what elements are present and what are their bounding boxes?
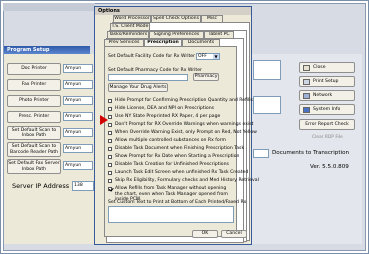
tab-tasks-reminders[interactable]: Tasks/Reminders	[107, 31, 149, 38]
checkbox-row[interactable]: Disable Task Document when Finishing Pre…	[108, 146, 244, 151]
doc-printer-button[interactable]: Doc Printer	[7, 63, 61, 75]
checkbox[interactable]	[108, 138, 112, 143]
system-info-button[interactable]: System Info	[299, 104, 355, 115]
options-dialog-title: Options	[95, 7, 251, 15]
ok-button[interactable]: OK	[192, 230, 218, 238]
checkbox-row[interactable]: Allow multiple controlled substances on …	[108, 138, 226, 143]
tab-misc[interactable]: Misc	[201, 15, 223, 22]
checkbox-label: Hide Prompt for Confirming Prescription …	[115, 98, 253, 103]
scan-barcode-path-field[interactable]: Amyun	[63, 144, 93, 153]
callout-arrow-icon	[100, 115, 108, 125]
default-pharmacy-label: Set Default Pharmacy Code for Rx Writer	[108, 68, 202, 73]
system-info-label: System Info	[313, 106, 341, 112]
checkbox-row[interactable]: Show Prompt for Rx Date when Starting a …	[108, 154, 239, 159]
tab-prescription[interactable]: Prescription	[144, 39, 182, 46]
checkbox[interactable]	[108, 154, 112, 159]
fax-server-inbox-path-field[interactable]: Amyun	[63, 161, 93, 170]
doc-printer-field[interactable]: Amyun	[63, 64, 93, 73]
checkbox[interactable]	[108, 98, 112, 103]
window-titlebar	[3, 3, 95, 11]
server-ip-field[interactable]: 138	[72, 181, 94, 191]
custom-text-area[interactable]	[108, 206, 234, 223]
checkbox-label: Show Prompt for Rx Date when Starting a …	[115, 154, 240, 159]
checkbox[interactable]	[108, 162, 112, 167]
documents-to-transcription-field[interactable]	[253, 149, 269, 158]
error-report-check-button[interactable]: Error Report Check	[299, 119, 355, 130]
scan-inbox-path-field[interactable]: Amyun	[63, 128, 93, 137]
default-facility-dropdown[interactable]: OFF ▼	[196, 53, 220, 60]
checkbox[interactable]	[108, 146, 112, 151]
print-setup-label: Print Setup	[313, 78, 339, 84]
checkbox[interactable]	[108, 186, 112, 191]
printer-icon	[303, 78, 310, 85]
cancel-button[interactable]: Cancel	[221, 230, 247, 238]
checkbox-row[interactable]: Don't Prompt for RX Override Warnings wh…	[108, 122, 253, 127]
close-icon	[303, 64, 310, 71]
custom-text-label: Set Custom Text to Print at Bottom of Ea…	[108, 200, 247, 205]
fax-server-inbox-path-button[interactable]: Set Default Fax Server Inbox Path	[7, 159, 61, 174]
version-label: Ver. 5.5.0.809	[310, 164, 349, 170]
program-setup-title: Program Setup	[4, 46, 90, 54]
default-facility-value: OFF	[198, 54, 207, 59]
checkbox-label: Skip Rx Eligibility, Formulary checks an…	[115, 178, 259, 183]
tab-spell-check-options[interactable]: Spell Check Options	[151, 15, 201, 22]
checkbox[interactable]	[108, 170, 112, 175]
chevron-down-icon[interactable]: ▼	[213, 54, 219, 59]
scan-barcode-path-button[interactable]: Set Default Scan to Barcode Reader Path	[7, 142, 61, 157]
checkbox-label: When Override Warning Exist, only Prompt…	[115, 130, 257, 135]
checkbox-row[interactable]: Disable Task Creation for Unfinished Pre…	[108, 162, 229, 167]
close-button[interactable]: Close	[299, 62, 355, 73]
checkbox-row[interactable]: Hide License, DEA and NPI on Prescriptio…	[108, 106, 214, 111]
checkbox[interactable]	[108, 106, 112, 111]
right-value-field[interactable]	[253, 60, 281, 80]
network-icon	[303, 92, 310, 99]
checkbox-row[interactable]: Launch Task Edit Screen when unfinished …	[108, 170, 248, 175]
server-ip-label: Server IP Address	[12, 182, 70, 190]
network-label: Network	[313, 92, 333, 98]
checkbox-label: Launch Task Edit Screen when unfinished …	[115, 170, 249, 175]
tab-tablet-pc[interactable]: Tablet PC	[204, 31, 234, 38]
checkbox-label: Disable Task Creation for Unfinished Pre…	[115, 162, 229, 167]
checkbox-label: Disable Task Document when Finishing Pre…	[115, 146, 245, 151]
network-button[interactable]: Network	[299, 90, 355, 101]
checkbox-row[interactable]: When Override Warning Exist, only Prompt…	[108, 130, 257, 135]
clear-rdp-file-link[interactable]: Clear RDP File	[312, 135, 343, 140]
tab-prev-services[interactable]: Prev Services	[104, 39, 144, 46]
close-label: Close	[313, 64, 326, 70]
manage-drug-alerts-button[interactable]: Manage Your Drug Alerts	[108, 83, 168, 92]
checkbox-row[interactable]: Hide Prompt for Confirming Prescription …	[108, 98, 253, 103]
print-setup-button[interactable]: Print Setup	[299, 76, 355, 87]
checkbox-label: Hide License, DEA and NPI on Prescriptio…	[115, 106, 215, 111]
fax-printer-field[interactable]: Amyun	[63, 80, 93, 89]
presc-printer-button[interactable]: Presc. Printer	[7, 111, 61, 123]
documents-to-transcription-label: Documents to Transcription	[272, 150, 350, 156]
tab-signing-preferences[interactable]: Signing Preferences	[149, 31, 204, 38]
default-pharmacy-field[interactable]	[108, 74, 188, 81]
tab-documents[interactable]: Documents	[182, 39, 220, 46]
tab-word-processor[interactable]: Word Processor	[113, 15, 151, 22]
presc-printer-field[interactable]: Amyun	[63, 112, 93, 121]
prescription-tab-content: Set Default Facility Code for Rx Writer …	[104, 46, 259, 237]
checkbox[interactable]	[108, 178, 112, 183]
right-value-field[interactable]	[253, 96, 281, 114]
default-facility-label: Set Default Facility Code for Rx Writer	[108, 54, 196, 59]
checkbox-label: Allow multiple controlled substances on …	[115, 138, 226, 143]
checkbox-label: Use NY State Preprinted RX Paper, 4 per …	[115, 114, 221, 119]
info-icon	[303, 106, 310, 113]
checkbox-row[interactable]: Skip Rx Eligibility, Formulary checks an…	[108, 178, 259, 183]
checkbox-label: Don't Prompt for RX Override Warnings wh…	[115, 122, 254, 127]
tab-ts-client-mode[interactable]: T.S. Client Mode	[110, 23, 150, 30]
photo-printer-button[interactable]: Photo Printer	[7, 95, 61, 107]
checkbox-row[interactable]: Use NY State Preprinted RX Paper, 4 per …	[108, 114, 220, 119]
fax-printer-button[interactable]: Fax Printer	[7, 79, 61, 91]
checkbox[interactable]	[108, 130, 112, 135]
photo-printer-field[interactable]: Amyun	[63, 96, 93, 105]
scan-inbox-path-button[interactable]: Set Default Scan to Inbox Path	[7, 126, 61, 140]
pharmacy-button[interactable]: Pharmacy	[193, 73, 219, 81]
